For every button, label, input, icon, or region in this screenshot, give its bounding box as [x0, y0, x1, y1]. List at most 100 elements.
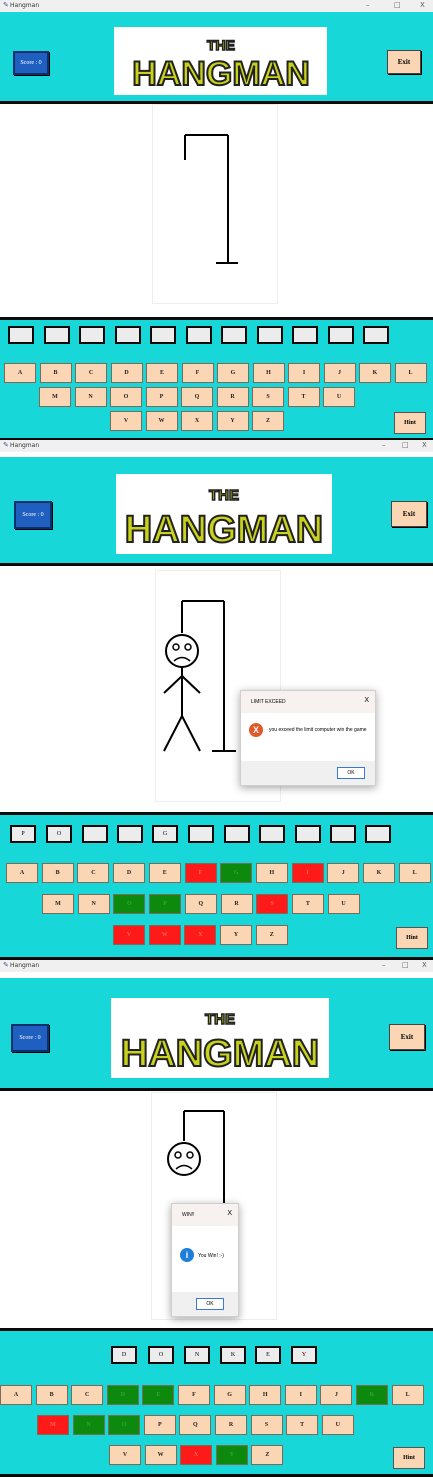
- key-v[interactable]: V: [110, 411, 142, 431]
- key-z[interactable]: Z: [252, 411, 284, 431]
- key-g[interactable]: G: [217, 363, 249, 383]
- hint-button[interactable]: Hint: [393, 1447, 425, 1469]
- key-e[interactable]: E: [146, 363, 178, 383]
- key-c[interactable]: C: [75, 363, 107, 383]
- key-g[interactable]: G: [220, 863, 253, 883]
- key-i[interactable]: I: [288, 363, 320, 383]
- key-p[interactable]: P: [143, 1415, 176, 1435]
- close-button[interactable]: X: [422, 961, 427, 969]
- key-h[interactable]: H: [252, 363, 285, 383]
- key-q[interactable]: Q: [184, 894, 217, 914]
- key-z[interactable]: Z: [255, 925, 288, 945]
- key-r[interactable]: R: [216, 387, 249, 407]
- key-v[interactable]: V: [109, 1445, 141, 1465]
- key-u[interactable]: U: [327, 894, 360, 914]
- key-z[interactable]: Z: [251, 1445, 284, 1465]
- key-w[interactable]: W: [145, 411, 178, 431]
- key-d[interactable]: D: [106, 1385, 139, 1405]
- key-l[interactable]: L: [398, 863, 431, 883]
- key-x[interactable]: X: [184, 925, 217, 945]
- key-w[interactable]: W: [144, 1445, 177, 1465]
- close-button[interactable]: X: [422, 441, 427, 449]
- key-h[interactable]: H: [249, 1385, 282, 1405]
- key-o[interactable]: O: [110, 387, 142, 407]
- key-t[interactable]: T: [286, 1415, 319, 1435]
- key-f[interactable]: F: [178, 1385, 210, 1405]
- key-n[interactable]: N: [74, 387, 107, 407]
- dialog-close-button[interactable]: X: [227, 1210, 232, 1217]
- key-g[interactable]: G: [213, 1385, 246, 1405]
- key-o[interactable]: O: [113, 894, 146, 914]
- key-q[interactable]: Q: [181, 387, 213, 407]
- key-k[interactable]: K: [356, 1385, 388, 1405]
- minimize-button[interactable]: –: [382, 441, 386, 449]
- key-h[interactable]: H: [255, 863, 288, 883]
- key-d[interactable]: D: [110, 363, 143, 383]
- key-u[interactable]: U: [321, 1415, 354, 1435]
- key-j[interactable]: J: [327, 863, 360, 883]
- key-a[interactable]: A: [4, 363, 36, 383]
- key-v[interactable]: V: [113, 925, 145, 945]
- maximize-button[interactable]: □: [394, 1, 401, 9]
- key-m[interactable]: M: [39, 387, 71, 407]
- key-w[interactable]: W: [148, 925, 181, 945]
- key-m[interactable]: M: [42, 894, 74, 914]
- key-k[interactable]: K: [363, 863, 395, 883]
- minimize-button[interactable]: –: [382, 961, 386, 969]
- dialog-close-button[interactable]: X: [364, 697, 369, 704]
- key-n[interactable]: N: [72, 1415, 105, 1435]
- hint-button[interactable]: Hint: [394, 412, 426, 434]
- key-t[interactable]: T: [287, 387, 320, 407]
- key-f[interactable]: F: [184, 863, 217, 883]
- key-d[interactable]: D: [113, 863, 146, 883]
- key-a[interactable]: A: [6, 863, 38, 883]
- key-y[interactable]: Y: [215, 1445, 248, 1465]
- key-s[interactable]: S: [252, 387, 284, 407]
- maximize-button[interactable]: □: [402, 961, 409, 969]
- key-o[interactable]: O: [108, 1415, 141, 1435]
- key-m[interactable]: M: [37, 1415, 69, 1435]
- score-button[interactable]: Score : 0: [13, 51, 49, 75]
- exit-button[interactable]: Exit: [391, 501, 427, 527]
- score-button[interactable]: Score : 0: [11, 1024, 49, 1052]
- key-l[interactable]: L: [394, 363, 427, 383]
- exit-button[interactable]: Exit: [387, 50, 421, 74]
- key-f[interactable]: F: [181, 363, 214, 383]
- minimize-button[interactable]: –: [366, 1, 370, 9]
- close-button[interactable]: X: [420, 1, 425, 9]
- key-r[interactable]: R: [220, 894, 253, 914]
- key-b[interactable]: B: [39, 363, 72, 383]
- key-e[interactable]: E: [142, 1385, 175, 1405]
- key-b[interactable]: B: [35, 1385, 68, 1405]
- key-p[interactable]: P: [145, 387, 178, 407]
- key-t[interactable]: T: [291, 894, 324, 914]
- key-s[interactable]: S: [256, 894, 289, 914]
- key-p[interactable]: P: [149, 894, 182, 914]
- ok-button[interactable]: OK: [196, 1298, 224, 1310]
- key-j[interactable]: J: [320, 1385, 353, 1405]
- key-y[interactable]: Y: [216, 411, 249, 431]
- key-l[interactable]: L: [391, 1385, 424, 1405]
- key-u[interactable]: U: [323, 387, 355, 407]
- key-s[interactable]: S: [250, 1415, 283, 1435]
- key-a[interactable]: A: [0, 1385, 32, 1405]
- key-y[interactable]: Y: [220, 925, 253, 945]
- key-n[interactable]: N: [77, 894, 110, 914]
- key-j[interactable]: J: [323, 363, 356, 383]
- key-i[interactable]: I: [284, 1385, 317, 1405]
- key-c[interactable]: C: [77, 863, 110, 883]
- ok-button[interactable]: OK: [337, 767, 365, 779]
- key-b[interactable]: B: [41, 863, 74, 883]
- key-r[interactable]: R: [215, 1415, 247, 1435]
- key-x[interactable]: X: [180, 1445, 213, 1465]
- key-x[interactable]: X: [181, 411, 213, 431]
- hint-button[interactable]: Hint: [396, 927, 428, 949]
- score-button[interactable]: Score : 0: [14, 501, 52, 529]
- key-i[interactable]: I: [291, 863, 324, 883]
- key-e[interactable]: E: [148, 863, 181, 883]
- key-q[interactable]: Q: [179, 1415, 212, 1435]
- key-k[interactable]: K: [359, 363, 391, 383]
- maximize-button[interactable]: □: [402, 441, 409, 449]
- key-c[interactable]: C: [71, 1385, 104, 1405]
- exit-button[interactable]: Exit: [389, 1024, 425, 1050]
